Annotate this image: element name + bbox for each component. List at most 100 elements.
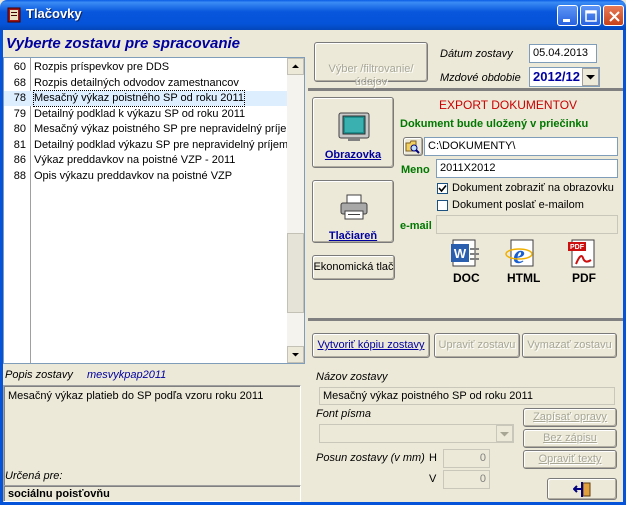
report-name: Výkaz preddavkov na poistné VZP - 2011 <box>34 154 236 166</box>
minimize-button[interactable] <box>557 5 578 26</box>
edit-texts-label: Opraviť texty <box>538 453 602 465</box>
v-offset-input[interactable]: 0 <box>443 470 490 489</box>
page-title: Vyberte zostavu pre spracovanie <box>6 35 240 52</box>
report-code: 78 <box>13 92 26 104</box>
maximize-button[interactable] <box>580 5 601 26</box>
report-row[interactable]: 60 Rozpis príspevkov pre DDS <box>4 60 288 75</box>
browse-folder-button[interactable] <box>403 137 423 156</box>
export-name-label: Meno <box>401 164 430 176</box>
edit-report-button[interactable]: Upraviť zostavu <box>434 333 520 358</box>
report-name: Rozpis detailných odvodov zamestnancov <box>34 76 239 89</box>
report-row[interactable]: 80 Mesačný výkaz poistného SP pre nepravi… <box>4 122 288 137</box>
period-label: Mzdové obdobie <box>440 72 521 84</box>
arrow-up-icon <box>292 64 299 68</box>
screen-button-label: Obrazovka <box>324 149 382 161</box>
h-offset-input[interactable]: 0 <box>443 449 490 468</box>
date-input[interactable]: 05.04.2013 <box>529 44 597 63</box>
period-dropdown-button[interactable] <box>582 68 599 86</box>
show-on-screen-checkbox[interactable] <box>437 183 448 194</box>
doc-export-icon[interactable]: W <box>450 238 482 270</box>
send-email-label: Dokument poslať e-mailom <box>452 199 584 211</box>
printer-button[interactable]: Tlačiareň <box>312 180 394 243</box>
copy-report-button[interactable]: Vytvoriť kópiu zostavy <box>312 333 430 358</box>
report-code: 86 <box>13 154 26 166</box>
report-selection-panel: Vyberte zostavu pre spracovanie 60 Rozpis… <box>3 30 305 502</box>
edit-texts-button[interactable]: Opraviť texty <box>523 450 617 469</box>
check-icon <box>438 184 447 193</box>
report-name-label: Názov zostavy <box>316 371 388 383</box>
edit-report-label: Upraviť zostavu <box>438 339 516 351</box>
font-select[interactable] <box>319 424 514 443</box>
pdf-export-icon[interactable]: PDF <box>567 238 599 270</box>
exit-button[interactable] <box>547 478 617 500</box>
arrow-down-icon <box>292 353 299 357</box>
report-row[interactable]: 78 Mesačný výkaz poistného SP od roku 201… <box>4 90 288 107</box>
export-name-input[interactable]: 2011X2012 <box>436 159 618 178</box>
html-export-icon[interactable]: e <box>505 238 537 270</box>
report-name: Rozpis príspevkov pre DDS <box>34 61 170 73</box>
send-email-checkbox[interactable] <box>437 200 448 211</box>
output-section: Obrazovka Tlačiareň Ekonomická tlač EXPO… <box>308 91 623 318</box>
scroll-up-button[interactable] <box>287 58 304 75</box>
title-bar[interactable]: Tlačovky <box>0 0 626 30</box>
report-list-scrollbar[interactable] <box>287 58 304 363</box>
delete-report-button[interactable]: Vymazať zostavu <box>522 333 617 358</box>
svg-text:e: e <box>513 240 525 269</box>
report-code: 80 <box>13 123 26 135</box>
folder-input[interactable]: C:\DOKUMENTY\ <box>424 137 618 156</box>
app-icon <box>7 7 21 23</box>
close-button[interactable] <box>603 5 624 26</box>
report-id: mesvykpap2011 <box>87 369 167 381</box>
no-save-button[interactable]: Bez zápisu <box>523 429 617 448</box>
report-list-rows: 60 Rozpis príspevkov pre DDS 68 Rozpis deta… <box>4 58 288 363</box>
shift-label: Posun zostavy (v mm) <box>316 452 425 464</box>
report-code: 60 <box>13 61 26 73</box>
show-on-screen-label: Dokument zobraziť na obrazovku <box>452 182 614 194</box>
save-changes-label: Zapísať opravy <box>533 411 607 423</box>
filter-button-label: Výber /filtrovanie/ údajov <box>328 63 414 88</box>
svg-text:W: W <box>454 246 467 261</box>
filter-button[interactable]: Výber /filtrovanie/ údajov <box>314 42 428 88</box>
font-dropdown-button[interactable] <box>496 425 513 442</box>
close-icon <box>609 11 620 22</box>
window-title: Tlačovky <box>26 6 82 21</box>
intended-box: sociálnu poisťovňu <box>3 485 301 502</box>
report-list[interactable]: 60 Rozpis príspevkov pre DDS 68 Rozpis deta… <box>3 57 305 364</box>
report-code: 88 <box>13 169 26 182</box>
eco-print-button[interactable]: Ekonomická tlač <box>312 255 395 280</box>
scroll-thumb[interactable] <box>287 233 304 313</box>
monitor-icon <box>338 112 370 141</box>
exit-door-icon <box>573 482 591 497</box>
report-name: Detailný podklad výkazu SP pre nepravide… <box>34 138 288 151</box>
report-row[interactable]: 68 Rozpis detailných odvodov zamestnancov <box>4 76 288 91</box>
html-export-label: HTML <box>507 271 541 285</box>
font-label: Font písma <box>316 408 372 420</box>
intended-label: Určená pre: <box>5 470 63 482</box>
printer-icon <box>340 194 368 220</box>
report-row[interactable]: 86 Výkaz preddavkov na poistné VZP - 2011 <box>4 153 288 168</box>
maximize-icon <box>585 10 597 22</box>
scroll-down-button[interactable] <box>287 346 304 363</box>
report-code: 68 <box>13 76 26 89</box>
report-row[interactable]: 81 Detailný podklad výkazu SP pre nepravi… <box>4 138 288 153</box>
report-row[interactable]: 79 Detailný podklad k výkazu SP od roku 2… <box>4 107 288 122</box>
folder-search-icon <box>405 140 420 154</box>
report-edit-section: Vytvoriť kópiu zostavy Upraviť zostavu V… <box>308 321 623 502</box>
description-label: Popis zostavy <box>5 369 73 381</box>
save-changes-button[interactable]: Zapísať opravy <box>523 408 617 427</box>
email-input[interactable] <box>436 215 618 234</box>
report-row[interactable]: 88 Opis výkazu preddavkov na poistné VZP <box>4 169 288 184</box>
no-save-label: Bez zápisu <box>543 432 597 444</box>
svg-text:PDF: PDF <box>570 244 585 251</box>
screen-button[interactable]: Obrazovka <box>312 97 394 168</box>
v-label: V <box>429 473 437 485</box>
pdf-export-label: PDF <box>572 271 596 285</box>
export-title: EXPORT DOKUMENTOV <box>439 98 578 112</box>
doc-export-label: DOC <box>453 271 480 285</box>
report-name-input[interactable]: Mesačný výkaz poistného SP od roku 2011 <box>319 387 615 405</box>
report-code: 79 <box>13 107 26 120</box>
description-text: Mesačný výkaz platieb do SP podľa vzoru … <box>8 390 264 402</box>
intended-text: sociálnu poisťovňu <box>8 488 110 500</box>
h-label: H <box>429 452 437 464</box>
report-name: Mesačný výkaz poistného SP od roku 2011 <box>33 90 245 107</box>
